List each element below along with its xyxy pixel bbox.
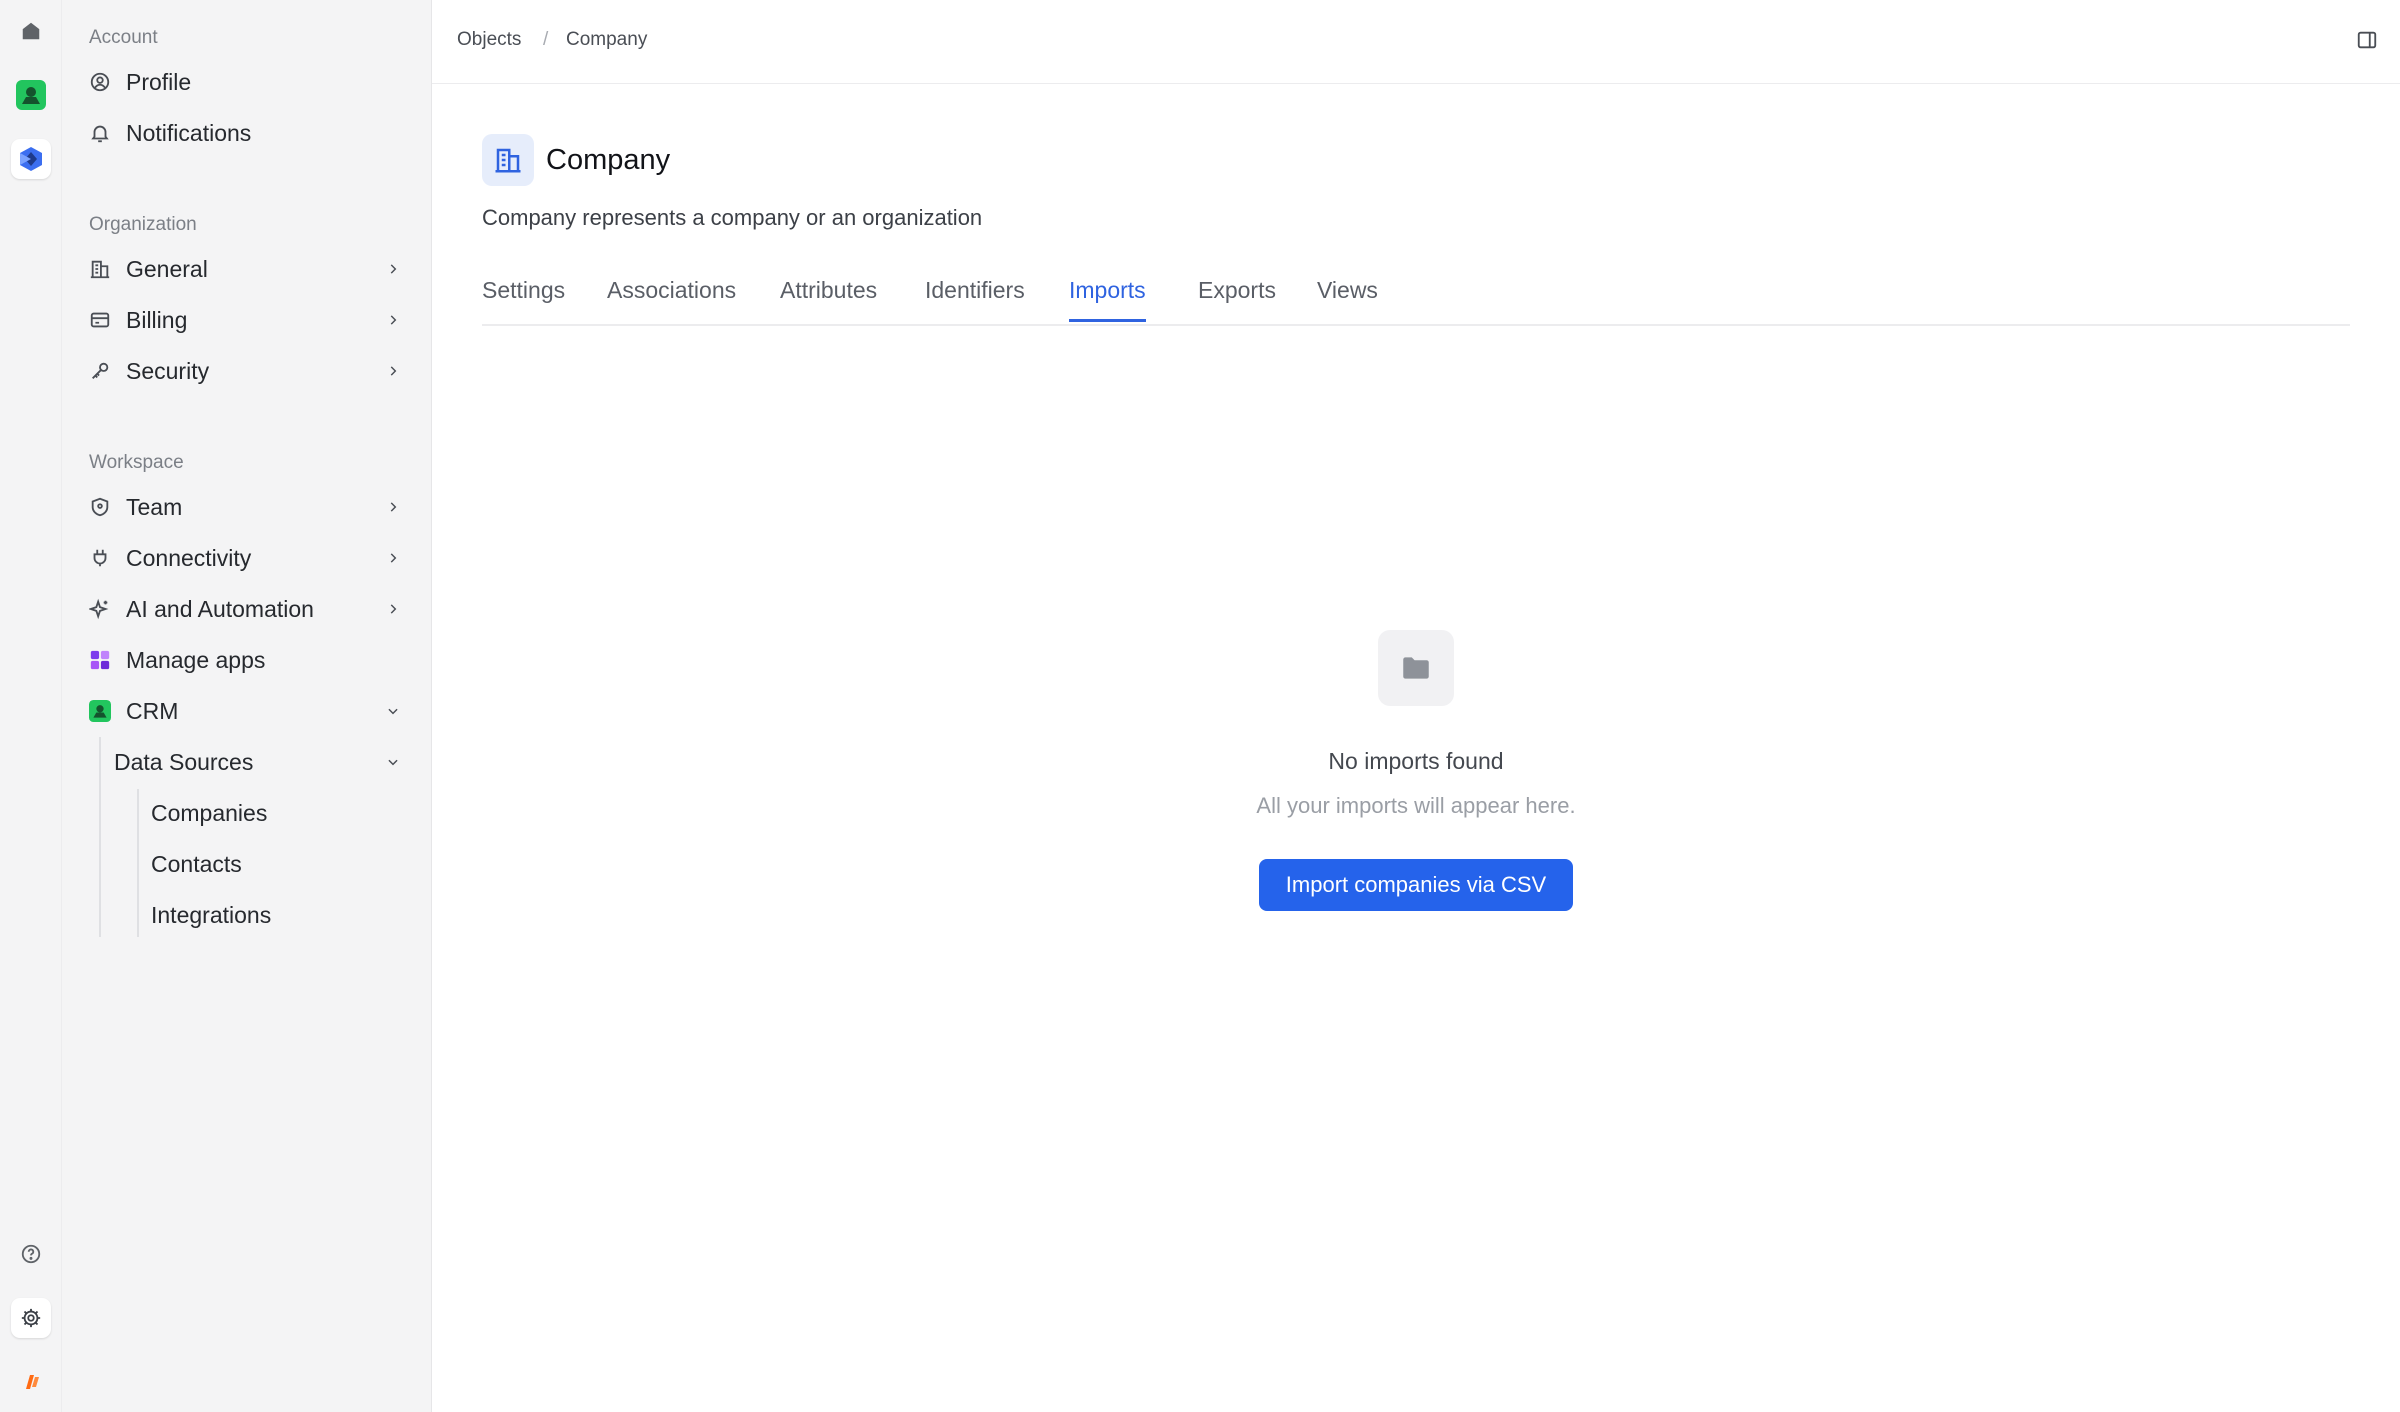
key-icon [88, 359, 112, 383]
tab-identifiers[interactable]: Identifiers [925, 277, 1025, 322]
breadcrumb-separator: / [543, 29, 549, 50]
app-rail [0, 0, 62, 1412]
chevron-down-icon [384, 702, 402, 720]
sidebar-item-notifications[interactable]: Notifications [82, 110, 422, 156]
sidebar-item-label: Connectivity [126, 544, 252, 571]
sidebar-item-data-sources[interactable]: Data Sources [108, 739, 422, 785]
tab-exports[interactable]: Exports [1198, 277, 1276, 322]
tab-attributes[interactable]: Attributes [780, 277, 877, 322]
home-icon[interactable] [11, 11, 51, 51]
top-bar: Objects / Company [432, 0, 2400, 84]
panel-toggle-icon[interactable] [2356, 29, 2380, 53]
settings-sidebar: Account Profile Notifications Organizati… [62, 0, 432, 1412]
sidebar-item-label: Billing [126, 306, 188, 333]
empty-state-title: No imports found [1328, 748, 1504, 774]
sidebar-item-profile[interactable]: Profile [82, 59, 422, 105]
shield-icon [88, 495, 112, 519]
sidebar-item-ai-automation[interactable]: AI and Automation [82, 586, 422, 632]
tree-guide-line [137, 789, 139, 937]
sidebar-item-label: Data Sources [114, 748, 254, 775]
tab-settings[interactable]: Settings [482, 277, 565, 322]
tab-bar: Settings Associations Attributes Identif… [482, 264, 2350, 326]
sidebar-item-label: Manage apps [126, 646, 266, 673]
user-circle-icon [88, 70, 112, 94]
tab-views[interactable]: Views [1317, 277, 1378, 322]
building-icon [88, 257, 112, 281]
sidebar-item-label: Notifications [126, 119, 252, 146]
apps-icon [88, 648, 112, 672]
crm-app-icon[interactable] [11, 75, 51, 115]
sidebar-item-contacts[interactable]: Contacts [146, 841, 422, 887]
sidebar-item-label: Integrations [151, 901, 272, 928]
chevron-right-icon [384, 600, 402, 618]
page-description: Company represents a company or an organ… [482, 205, 983, 230]
import-csv-button[interactable]: Import companies via CSV [1259, 859, 1573, 911]
main-content: Objects / Company Company Company repres… [432, 0, 2400, 1412]
sidebar-item-label: CRM [126, 697, 179, 724]
sidebar-item-label: Companies [151, 799, 268, 826]
breadcrumb-objects[interactable]: Objects [457, 29, 521, 51]
section-label-account: Account [89, 27, 158, 48]
sidebar-item-label: Team [126, 493, 183, 520]
sidebar-item-connectivity[interactable]: Connectivity [82, 535, 422, 581]
building-icon [482, 134, 534, 186]
sparkle-icon [88, 597, 112, 621]
bell-icon [88, 121, 112, 145]
chevron-right-icon [384, 549, 402, 567]
workspace-logo-icon[interactable] [11, 139, 51, 179]
brand-logo-icon [11, 1361, 51, 1401]
sidebar-item-general[interactable]: General [82, 246, 422, 292]
chevron-right-icon [384, 311, 402, 329]
section-label-organization: Organization [89, 214, 197, 235]
help-icon[interactable] [11, 1234, 51, 1274]
chevron-right-icon [384, 498, 402, 516]
sidebar-item-security[interactable]: Security [82, 348, 422, 394]
folder-icon [1378, 630, 1454, 706]
sidebar-item-billing[interactable]: Billing [82, 297, 422, 343]
crm-icon [88, 699, 112, 723]
tree-guide-line [99, 737, 101, 937]
sidebar-item-integrations[interactable]: Integrations [146, 892, 422, 938]
chevron-right-icon [384, 362, 402, 380]
section-label-workspace: Workspace [89, 452, 184, 473]
page-title: Company [546, 144, 671, 176]
sidebar-item-label: General [126, 255, 208, 282]
settings-icon[interactable] [11, 1298, 51, 1338]
sidebar-item-manage-apps[interactable]: Manage apps [82, 637, 422, 683]
sidebar-item-label: Security [126, 357, 210, 384]
sidebar-item-label: Contacts [151, 850, 242, 877]
tab-associations[interactable]: Associations [607, 277, 736, 322]
sidebar-item-companies[interactable]: Companies [146, 790, 422, 836]
plug-icon [88, 546, 112, 570]
sidebar-item-team[interactable]: Team [82, 484, 422, 530]
breadcrumb-company: Company [566, 29, 648, 50]
sidebar-item-crm[interactable]: CRM [82, 688, 422, 734]
sidebar-item-label: AI and Automation [126, 595, 314, 622]
chevron-down-icon [384, 753, 402, 771]
empty-state-subtitle: All your imports will appear here. [1256, 793, 1576, 818]
chevron-right-icon [384, 260, 402, 278]
credit-card-icon [88, 308, 112, 332]
tab-imports[interactable]: Imports [1069, 277, 1146, 322]
sidebar-item-label: Profile [126, 68, 192, 95]
